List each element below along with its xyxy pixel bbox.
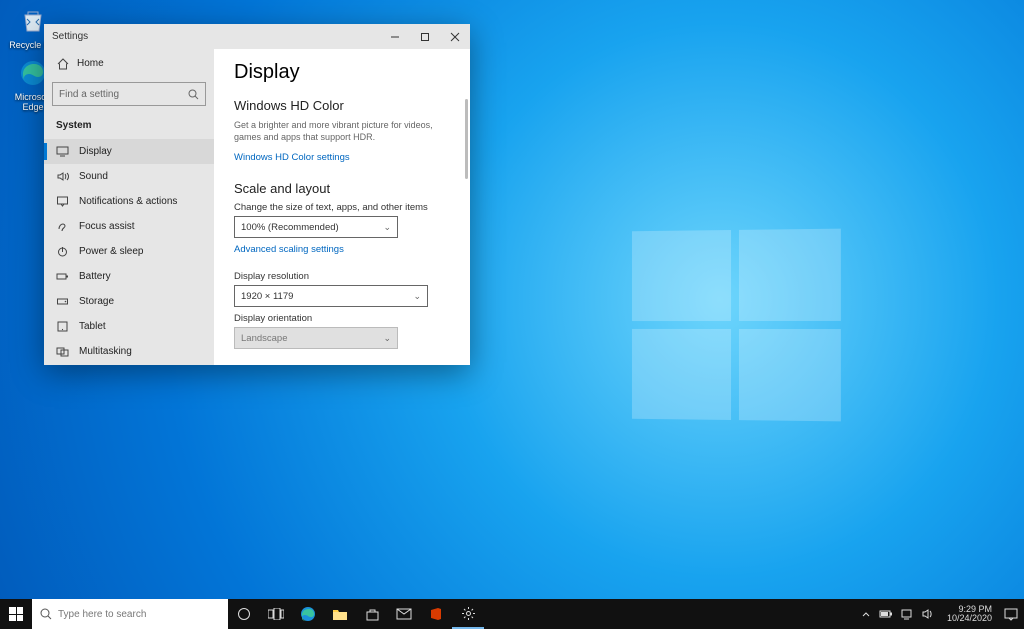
scale-select[interactable]: 100% (Recommended) ⌄ [234,216,398,238]
category-label: System [44,114,214,139]
scale-label: Change the size of text, apps, and other… [234,202,450,213]
resolution-label: Display resolution [234,271,450,282]
nav-label: Display [79,146,112,157]
system-tray: 9:29 PM 10/24/2020 [855,599,1024,629]
task-view-button[interactable] [260,599,292,629]
display-icon [56,145,69,158]
taskbar-office[interactable] [420,599,452,629]
sidebar-item-multitasking[interactable]: Multitasking [44,339,214,364]
advanced-scaling-link[interactable]: Advanced scaling settings [234,244,344,255]
nav-label: Storage [79,296,114,307]
scale-heading: Scale and layout [234,181,450,196]
sidebar-item-focus-assist[interactable]: Focus assist [44,214,214,239]
resolution-select[interactable]: 1920 × 1179 ⌄ [234,285,428,307]
tray-network-icon[interactable] [901,609,914,620]
power-icon [56,245,69,258]
scale-value: 100% (Recommended) [241,222,339,233]
sidebar-item-tablet[interactable]: Tablet [44,314,214,339]
orientation-select: Landscape ⌄ [234,327,398,349]
taskbar-search[interactable]: Type here to search [32,599,228,629]
sidebar-item-sound[interactable]: Sound [44,164,214,189]
multiple-displays-heading: Multiple displays [234,363,450,365]
nav-label: Tablet [79,321,106,332]
taskbar: Type here to search 9:29 PM 10/24/2020 [0,599,1024,629]
tray-volume-icon[interactable] [922,608,935,620]
taskbar-file-explorer[interactable] [324,599,356,629]
search-icon [188,89,199,100]
search-placeholder: Find a setting [59,89,188,100]
maximize-button[interactable] [410,24,440,49]
storage-icon [56,295,69,308]
orientation-label: Display orientation [234,313,450,324]
sound-icon [56,170,69,183]
scrollbar[interactable] [465,99,468,279]
home-icon [56,57,69,70]
search-input[interactable]: Find a setting [52,82,206,106]
multitasking-icon [56,345,69,358]
titlebar[interactable]: Settings [44,24,470,49]
chevron-down-icon: ⌄ [383,333,391,344]
nav-label: Sound [79,171,108,182]
battery-icon [56,270,69,283]
clock-date: 10/24/2020 [947,614,992,623]
settings-window: Settings Home Find a setting System [44,24,470,365]
hd-color-description: Get a brighter and more vibrant picture … [234,119,450,143]
close-button[interactable] [440,24,470,49]
taskbar-clock[interactable]: 9:29 PM 10/24/2020 [943,605,996,624]
taskbar-settings[interactable] [452,599,484,629]
sidebar-item-power-sleep[interactable]: Power & sleep [44,239,214,264]
nav-list: Display Sound Notifications & actions Fo… [44,139,214,365]
taskbar-store[interactable] [356,599,388,629]
taskbar-mail[interactable] [388,599,420,629]
nav-label: Multitasking [79,346,132,357]
nav-label: Notifications & actions [79,196,177,207]
chevron-down-icon: ⌄ [383,222,391,233]
search-icon [40,608,52,620]
hd-color-heading: Windows HD Color [234,98,450,113]
tablet-icon [56,320,69,333]
nav-label: Focus assist [79,221,135,232]
home-label: Home [77,58,104,69]
start-button[interactable] [0,599,32,629]
window-title: Settings [44,31,380,42]
scrollbar-thumb[interactable] [465,99,468,179]
action-center-icon[interactable] [1004,608,1018,621]
home-button[interactable]: Home [44,49,214,78]
windows-icon [9,607,23,621]
settings-sidebar: Home Find a setting System Display Sound [44,49,214,365]
sidebar-item-storage[interactable]: Storage [44,289,214,314]
sidebar-item-display[interactable]: Display [44,139,214,164]
hd-color-settings-link[interactable]: Windows HD Color settings [234,152,350,163]
page-title: Display [234,61,450,84]
minimize-button[interactable] [380,24,410,49]
nav-label: Battery [79,271,111,282]
settings-content: Display Windows HD Color Get a brighter … [214,49,470,365]
focus-assist-icon [56,220,69,233]
taskbar-search-placeholder: Type here to search [58,609,146,620]
resolution-value: 1920 × 1179 [241,291,293,302]
sidebar-item-notifications[interactable]: Notifications & actions [44,189,214,214]
notifications-icon [56,195,69,208]
cortana-button[interactable] [228,599,260,629]
tray-overflow-icon[interactable] [861,609,871,619]
desktop: Recycle Bin Microsoft Edge Settings Home… [0,0,1024,629]
nav-label: Power & sleep [79,246,143,257]
tray-battery-icon[interactable] [879,609,893,619]
sidebar-item-battery[interactable]: Battery [44,264,214,289]
orientation-value: Landscape [241,333,287,344]
wallpaper-windows-logo [632,229,841,422]
chevron-down-icon: ⌄ [413,291,421,302]
taskbar-edge[interactable] [292,599,324,629]
